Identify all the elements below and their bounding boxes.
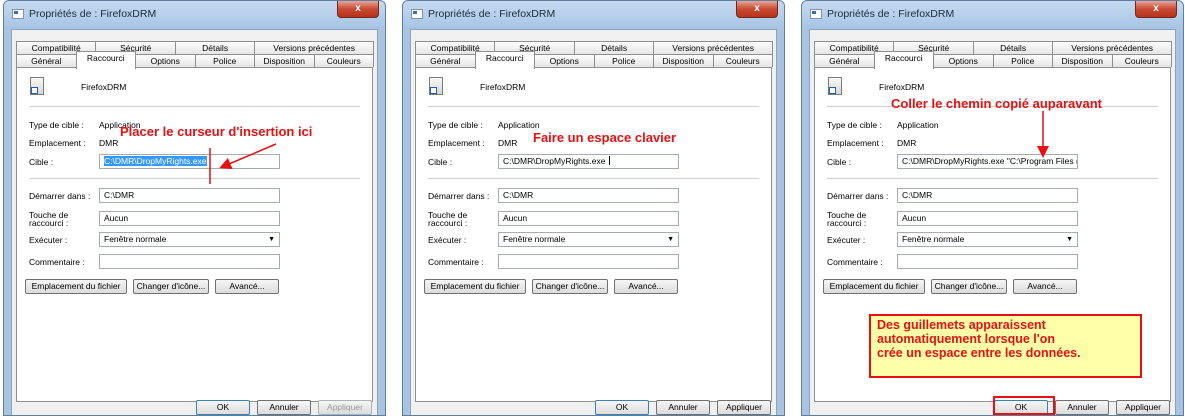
annotation-step-3: Coller le chemin copié auparavant bbox=[891, 96, 1102, 111]
annotation-step-2: Faire un espace clavier bbox=[533, 130, 677, 145]
annotation-arrow-1 bbox=[219, 143, 277, 169]
tab-raccourci[interactable]: Raccourci bbox=[873, 51, 934, 69]
tab-raccourci[interactable]: Raccourci bbox=[75, 51, 136, 69]
ok-button-highlight bbox=[993, 396, 1055, 415]
tab-raccourci[interactable]: Raccourci bbox=[474, 51, 535, 69]
callout-line-3: crée un espace entre les données. bbox=[877, 346, 1081, 360]
annotation-step-1: Placer le curseur d'insertion ici bbox=[120, 124, 313, 139]
callout-line-2: automatiquement lorsque l'on bbox=[877, 332, 1055, 346]
quotes-note-callout: Des guillemets apparaissent automatiquem… bbox=[869, 314, 1142, 378]
callout-line-1: Des guillemets apparaissent bbox=[877, 318, 1046, 332]
